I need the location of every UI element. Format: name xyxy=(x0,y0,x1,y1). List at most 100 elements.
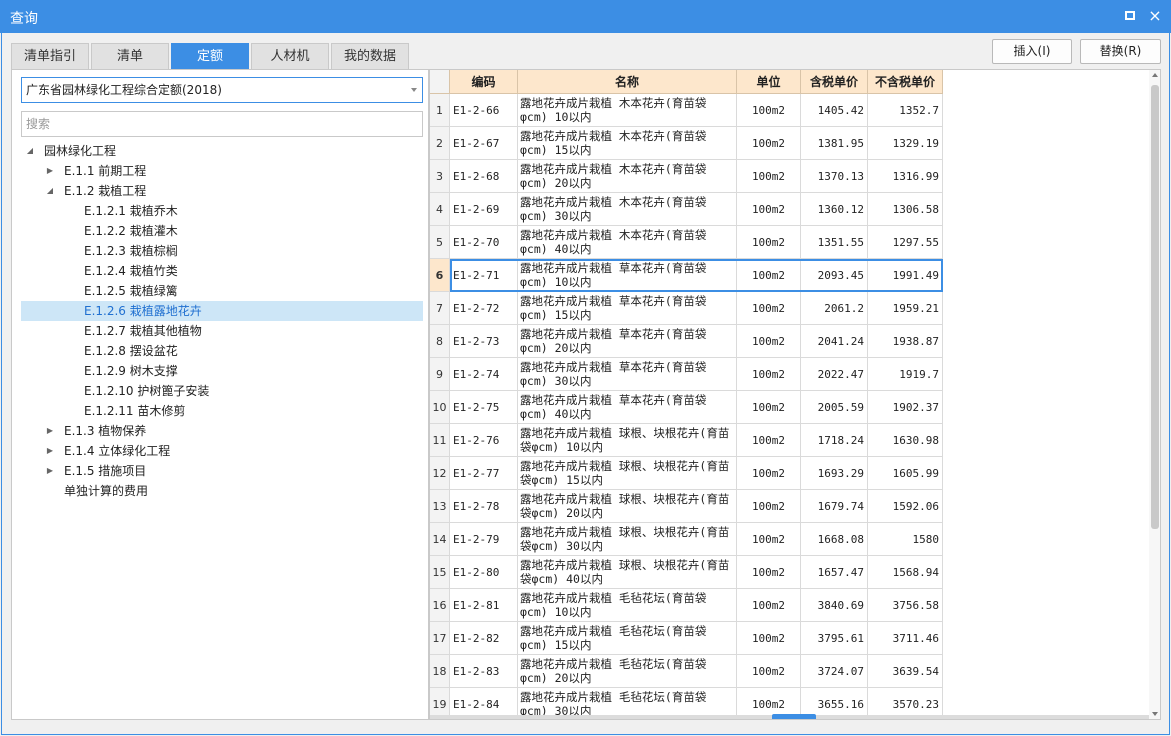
expand-arrow-icon[interactable]: ▶ xyxy=(45,421,55,441)
cell-price-notax[interactable]: 1991.49 xyxy=(868,259,943,292)
cell-unit[interactable]: 100m2 xyxy=(737,259,801,292)
tree-item[interactable]: E.1.2.11 苗木修剪 xyxy=(21,401,423,421)
cell-code[interactable]: E1-2-71 xyxy=(450,259,518,292)
cell-unit[interactable]: 100m2 xyxy=(737,424,801,457)
row-index[interactable]: 11 xyxy=(430,424,450,457)
cell-price-tax[interactable]: 1405.42 xyxy=(801,94,868,127)
table-row[interactable]: 16 E1-2-81 露地花卉成片栽植 毛毡花坛(育苗袋φcm) 10以内 100m2… xyxy=(430,589,943,622)
cell-price-notax[interactable]: 1329.19 xyxy=(868,127,943,160)
table-row[interactable]: 17 E1-2-82 露地花卉成片栽植 毛毡花坛(育苗袋φcm) 15以内 100m2… xyxy=(430,622,943,655)
tree-item[interactable]: E.1.2.2 栽植灌木 xyxy=(21,221,423,241)
tab-my-data[interactable]: 我的数据 xyxy=(331,43,409,69)
cell-name[interactable]: 露地花卉成片栽植 毛毡花坛(育苗袋φcm) 15以内 xyxy=(518,622,737,655)
row-index[interactable]: 3 xyxy=(430,160,450,193)
cell-price-notax[interactable]: 1316.99 xyxy=(868,160,943,193)
cell-unit[interactable]: 100m2 xyxy=(737,655,801,688)
cell-price-tax[interactable]: 2093.45 xyxy=(801,259,868,292)
header-price-notax[interactable]: 不含税单价 xyxy=(868,70,943,94)
table-row[interactable]: 11 E1-2-76 露地花卉成片栽植 球根、块根花卉(育苗袋φcm) 10以内 10… xyxy=(430,424,943,457)
cell-price-tax[interactable]: 1668.08 xyxy=(801,523,868,556)
cell-name[interactable]: 露地花卉成片栽植 球根、块根花卉(育苗袋φcm) 30以内 xyxy=(518,523,737,556)
tree-item[interactable]: ▶ E.1.1 前期工程 xyxy=(21,161,423,181)
cell-name[interactable]: 露地花卉成片栽植 球根、块根花卉(育苗袋φcm) 40以内 xyxy=(518,556,737,589)
cell-unit[interactable]: 100m2 xyxy=(737,193,801,226)
cell-code[interactable]: E1-2-74 xyxy=(450,358,518,391)
cell-price-tax[interactable]: 1679.74 xyxy=(801,490,868,523)
expand-arrow-icon[interactable]: ▶ xyxy=(45,441,55,461)
cell-name[interactable]: 露地花卉成片栽植 草本花卉(育苗袋φcm) 30以内 xyxy=(518,358,737,391)
cell-price-notax[interactable]: 3639.54 xyxy=(868,655,943,688)
splitter-grip-icon[interactable] xyxy=(772,714,816,719)
tree-item[interactable]: ▶ E.1.4 立体绿化工程 xyxy=(21,441,423,461)
cell-name[interactable]: 露地花卉成片栽植 毛毡花坛(育苗袋φcm) 10以内 xyxy=(518,589,737,622)
cell-price-notax[interactable]: 1297.55 xyxy=(868,226,943,259)
tree-item[interactable]: E.1.2.4 栽植竹类 xyxy=(21,261,423,281)
tab-bill[interactable]: 清单 xyxy=(91,43,169,69)
cell-unit[interactable]: 100m2 xyxy=(737,556,801,589)
row-index[interactable]: 18 xyxy=(430,655,450,688)
header-name[interactable]: 名称 xyxy=(518,70,737,94)
cell-price-notax[interactable]: 1938.87 xyxy=(868,325,943,358)
tab-quota[interactable]: 定额 xyxy=(171,43,249,69)
cell-price-tax[interactable]: 3840.69 xyxy=(801,589,868,622)
table-row[interactable]: 2 E1-2-67 露地花卉成片栽植 木本花卉(育苗袋φcm) 15以内 100m2 1… xyxy=(430,127,943,160)
table-row[interactable]: 1 E1-2-66 露地花卉成片栽植 木本花卉(育苗袋φcm) 10以内 100m2 1… xyxy=(430,94,943,127)
cell-name[interactable]: 露地花卉成片栽植 木本花卉(育苗袋φcm) 30以内 xyxy=(518,193,737,226)
cell-price-tax[interactable]: 2041.24 xyxy=(801,325,868,358)
cell-name[interactable]: 露地花卉成片栽植 草本花卉(育苗袋φcm) 20以内 xyxy=(518,325,737,358)
table-row[interactable]: 6 E1-2-71 露地花卉成片栽植 草本花卉(育苗袋φcm) 10以内 100m2 2… xyxy=(430,259,943,292)
cell-unit[interactable]: 100m2 xyxy=(737,391,801,424)
cell-code[interactable]: E1-2-80 xyxy=(450,556,518,589)
header-code[interactable]: 编码 xyxy=(450,70,518,94)
cell-price-notax[interactable]: 1902.37 xyxy=(868,391,943,424)
cell-price-tax[interactable]: 1718.24 xyxy=(801,424,868,457)
row-index[interactable]: 13 xyxy=(430,490,450,523)
cell-code[interactable]: E1-2-78 xyxy=(450,490,518,523)
cell-name[interactable]: 露地花卉成片栽植 草本花卉(育苗袋φcm) 15以内 xyxy=(518,292,737,325)
cell-price-tax[interactable]: 1351.55 xyxy=(801,226,868,259)
cell-unit[interactable]: 100m2 xyxy=(737,226,801,259)
tree-item[interactable]: E.1.2.5 栽植绿篱 xyxy=(21,281,423,301)
tree-item[interactable]: ◢ 园林绿化工程 xyxy=(21,141,423,161)
cell-name[interactable]: 露地花卉成片栽植 草本花卉(育苗袋φcm) 40以内 xyxy=(518,391,737,424)
header-unit[interactable]: 单位 xyxy=(737,70,801,94)
cell-name[interactable]: 露地花卉成片栽植 球根、块根花卉(育苗袋φcm) 10以内 xyxy=(518,424,737,457)
tree-item[interactable]: E.1.2.6 栽植露地花卉 xyxy=(21,301,423,321)
table-row[interactable]: 15 E1-2-80 露地花卉成片栽植 球根、块根花卉(育苗袋φcm) 40以内 10… xyxy=(430,556,943,589)
table-row[interactable]: 8 E1-2-73 露地花卉成片栽植 草本花卉(育苗袋φcm) 20以内 100m2 2… xyxy=(430,325,943,358)
table-row[interactable]: 5 E1-2-70 露地花卉成片栽植 木本花卉(育苗袋φcm) 40以内 100m2 1… xyxy=(430,226,943,259)
cell-code[interactable]: E1-2-70 xyxy=(450,226,518,259)
cell-price-notax[interactable]: 1959.21 xyxy=(868,292,943,325)
vertical-scrollbar[interactable] xyxy=(1149,70,1160,719)
cell-price-tax[interactable]: 1370.13 xyxy=(801,160,868,193)
tree-item[interactable]: E.1.2.10 护树篦子安装 xyxy=(21,381,423,401)
cell-name[interactable]: 露地花卉成片栽植 毛毡花坛(育苗袋φcm) 20以内 xyxy=(518,655,737,688)
replace-button[interactable]: 替换(R) xyxy=(1080,39,1161,64)
cell-price-tax[interactable]: 3724.07 xyxy=(801,655,868,688)
cell-unit[interactable]: 100m2 xyxy=(737,325,801,358)
cell-price-tax[interactable]: 2005.59 xyxy=(801,391,868,424)
tree-item[interactable]: ◢ E.1.2 栽植工程 xyxy=(21,181,423,201)
row-index[interactable]: 7 xyxy=(430,292,450,325)
cell-unit[interactable]: 100m2 xyxy=(737,457,801,490)
insert-button[interactable]: 插入(I) xyxy=(992,39,1072,64)
cell-name[interactable]: 露地花卉成片栽植 木本花卉(育苗袋φcm) 40以内 xyxy=(518,226,737,259)
table-row[interactable]: 12 E1-2-77 露地花卉成片栽植 球根、块根花卉(育苗袋φcm) 15以内 10… xyxy=(430,457,943,490)
table-row[interactable]: 7 E1-2-72 露地花卉成片栽植 草本花卉(育苗袋φcm) 15以内 100m2 2… xyxy=(430,292,943,325)
cell-price-notax[interactable]: 1592.06 xyxy=(868,490,943,523)
tree-item[interactable]: ▶ E.1.5 措施项目 xyxy=(21,461,423,481)
cell-code[interactable]: E1-2-73 xyxy=(450,325,518,358)
cell-code[interactable]: E1-2-77 xyxy=(450,457,518,490)
row-index[interactable]: 16 xyxy=(430,589,450,622)
cell-price-notax[interactable]: 1580 xyxy=(868,523,943,556)
cell-name[interactable]: 露地花卉成片栽植 球根、块根花卉(育苗袋φcm) 15以内 xyxy=(518,457,737,490)
cell-price-notax[interactable]: 1919.7 xyxy=(868,358,943,391)
cell-code[interactable]: E1-2-69 xyxy=(450,193,518,226)
row-index[interactable]: 1 xyxy=(430,94,450,127)
cell-code[interactable]: E1-2-67 xyxy=(450,127,518,160)
cell-code[interactable]: E1-2-75 xyxy=(450,391,518,424)
cell-price-notax[interactable]: 1568.94 xyxy=(868,556,943,589)
row-index[interactable]: 9 xyxy=(430,358,450,391)
tree-item[interactable]: E.1.2.3 栽植棕榈 xyxy=(21,241,423,261)
row-index[interactable]: 12 xyxy=(430,457,450,490)
